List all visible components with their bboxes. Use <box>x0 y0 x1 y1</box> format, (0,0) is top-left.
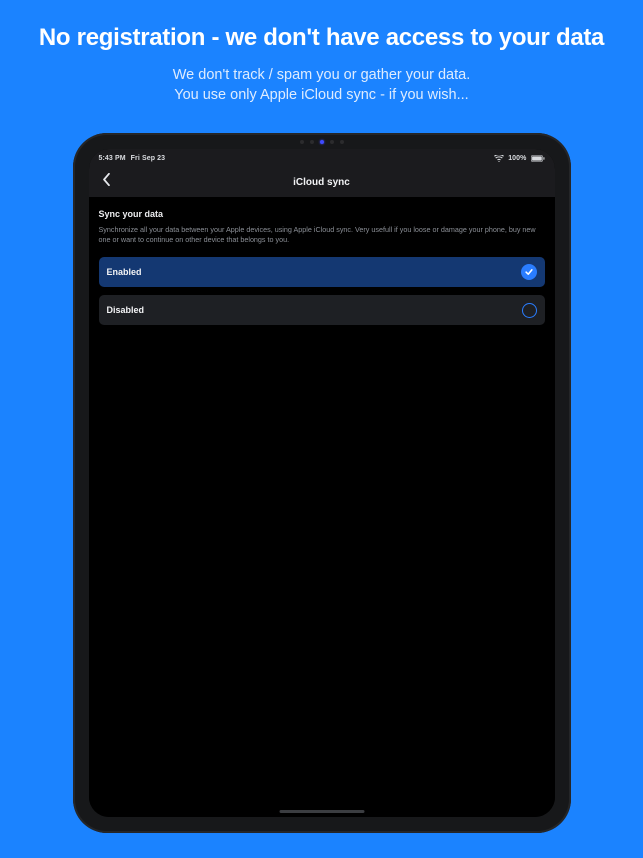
wifi-icon <box>494 155 504 162</box>
option-enabled[interactable]: Enabled <box>99 257 545 287</box>
subhead-line-1: We don't track / spam you or gather your… <box>173 67 470 83</box>
content-area: Sync your data Synchronize all your data… <box>89 197 555 817</box>
checkmark-icon <box>521 264 537 280</box>
ipad-screen: 5:43 PM Fri Sep 23 100% <box>89 149 555 817</box>
chevron-left-icon <box>102 173 111 191</box>
section-description: Synchronize all your data between your A… <box>99 225 545 245</box>
back-button[interactable] <box>97 172 117 192</box>
status-time: 5:43 PM <box>99 155 126 162</box>
battery-icon <box>531 155 545 162</box>
home-indicator <box>279 810 364 813</box>
camera-dot <box>310 140 314 144</box>
status-left: 5:43 PM Fri Sep 23 <box>99 155 166 162</box>
option-disabled[interactable]: Disabled <box>99 295 545 325</box>
promo-page: No registration - we don't have access t… <box>0 0 643 858</box>
subhead-line-2: You use only Apple iCloud sync - if you … <box>174 87 468 103</box>
nav-bar: iCloud sync <box>89 167 555 197</box>
promo-headline: No registration - we don't have access t… <box>39 24 604 52</box>
camera-dot <box>300 140 304 144</box>
camera-dot <box>330 140 334 144</box>
status-date: Fri Sep 23 <box>131 155 165 162</box>
option-enabled-label: Enabled <box>107 267 142 277</box>
option-disabled-label: Disabled <box>107 305 145 315</box>
promo-subhead: We don't track / spam you or gather your… <box>173 66 470 105</box>
radio-empty-icon <box>522 303 537 318</box>
ipad-camera-bar <box>300 140 344 144</box>
camera-dot-center <box>320 140 324 144</box>
page-title: iCloud sync <box>293 177 350 188</box>
status-right: 100% <box>494 155 544 162</box>
status-bar: 5:43 PM Fri Sep 23 100% <box>89 149 555 167</box>
battery-percent: 100% <box>508 155 526 162</box>
section-title: Sync your data <box>99 209 545 219</box>
ipad-frame: 5:43 PM Fri Sep 23 100% <box>73 133 571 833</box>
camera-dot <box>340 140 344 144</box>
